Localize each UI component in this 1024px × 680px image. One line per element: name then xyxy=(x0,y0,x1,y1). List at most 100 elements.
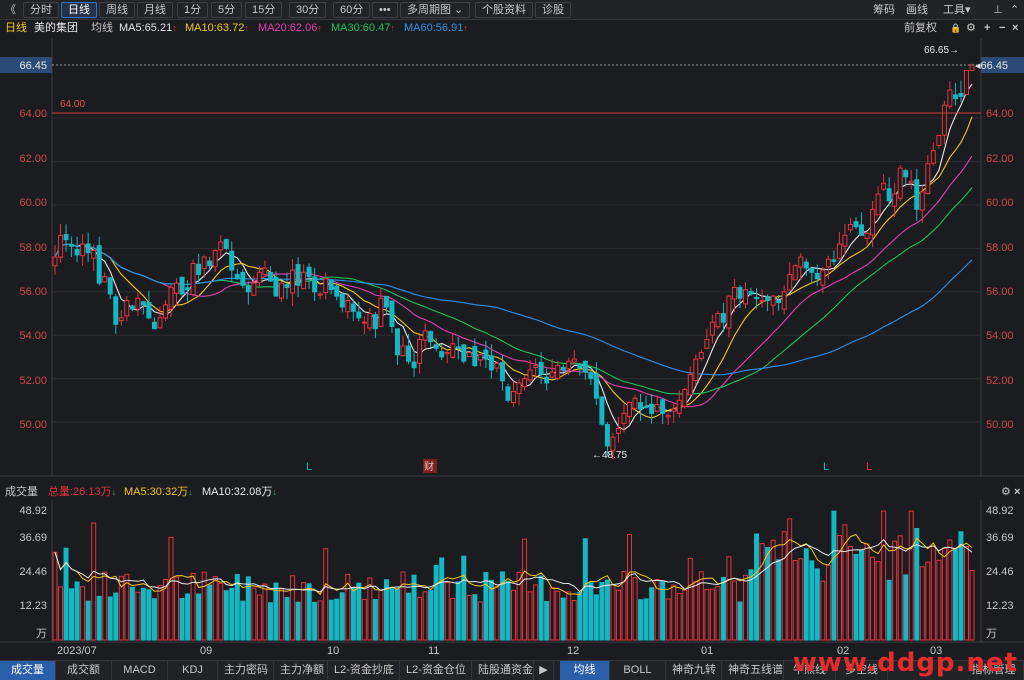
volume-bar xyxy=(207,584,213,641)
candle-body xyxy=(140,301,146,306)
candle-body xyxy=(781,291,787,310)
tab-kdj[interactable]: KDJ xyxy=(168,661,218,680)
candle-body xyxy=(389,300,395,328)
candle-body xyxy=(234,273,240,280)
tab-northbound[interactable]: 陆股通资金 xyxy=(472,661,534,680)
candle-body xyxy=(759,299,765,302)
volume-bar xyxy=(571,600,577,641)
candle-body xyxy=(450,343,456,358)
tab-ma[interactable]: 均线 xyxy=(560,661,610,680)
candle-body xyxy=(455,346,461,349)
close-icon[interactable]: × xyxy=(1014,484,1020,500)
volume-bar xyxy=(394,588,400,641)
candle-body xyxy=(836,243,842,259)
volume-bar xyxy=(151,598,157,641)
volume-bar xyxy=(792,560,798,641)
tab-macd[interactable]: MACD xyxy=(112,661,168,680)
back-icon[interactable]: 《 xyxy=(5,3,16,17)
zoom-out-icon[interactable]: − xyxy=(999,20,1005,37)
volume-bar xyxy=(63,547,69,641)
volume-bar xyxy=(952,548,958,641)
candle-body xyxy=(566,360,572,370)
candle-body xyxy=(604,424,610,447)
candle-body xyxy=(748,290,754,295)
candle-body xyxy=(80,243,86,257)
volume-bar xyxy=(102,571,108,641)
gear-icon[interactable]: ⚙ xyxy=(966,20,976,37)
volume-bar xyxy=(483,572,489,641)
period-tab-5fen[interactable]: 5分 xyxy=(211,2,243,18)
tab-turnover[interactable]: 成交额 xyxy=(56,661,112,680)
candle-body xyxy=(267,271,273,282)
volume-bar xyxy=(417,596,423,641)
price-tick: 50.00 xyxy=(19,419,47,431)
tab-magic-nine[interactable]: 神奇九转 xyxy=(666,661,722,680)
gear-icon[interactable]: ⚙ xyxy=(1001,484,1011,500)
period-tab-30fen[interactable]: 30分 xyxy=(289,2,327,18)
volume-bar xyxy=(218,582,224,641)
marker-l[interactable]: L xyxy=(306,461,312,473)
lock-icon[interactable]: 🔒 xyxy=(950,20,961,37)
kline-chart[interactable]: 66.45 64.00 62.00 60.00 58.00 56.00 54.0… xyxy=(0,0,1024,680)
price-tick: 56.00 xyxy=(19,286,47,298)
volume-bar xyxy=(748,569,754,641)
ma10-legend: MA10:63.72↑ xyxy=(185,20,249,37)
tabs-scroll-icon[interactable]: ▶ xyxy=(534,661,554,680)
candle-body xyxy=(52,256,58,267)
volume-bar xyxy=(737,601,743,641)
marker-finance[interactable]: 财 xyxy=(424,460,434,473)
candle-body xyxy=(433,344,439,349)
current-price-label: ◂66.45 xyxy=(975,60,1008,72)
tab-l2-position[interactable]: L2-资金仓位 xyxy=(400,661,472,680)
volume-bar xyxy=(306,583,312,641)
draw-line-button[interactable]: 画线 xyxy=(906,3,928,17)
tab-main-net[interactable]: 主力净额 xyxy=(274,661,328,680)
period-tab-1fen[interactable]: 1分 xyxy=(177,2,209,18)
volume-bar xyxy=(676,592,682,641)
tab-main-code[interactable]: 主力密码 xyxy=(218,661,274,680)
period-tab-zhouxian[interactable]: 周线 xyxy=(99,2,135,18)
period-tab-15fen[interactable]: 15分 xyxy=(245,2,283,18)
volume-bar xyxy=(400,571,406,641)
candle-body xyxy=(787,273,793,291)
candle-body xyxy=(372,314,378,330)
volume-bar xyxy=(969,570,975,641)
period-tab-fenshi[interactable]: 分时 xyxy=(23,2,59,18)
candle-body xyxy=(770,295,776,306)
period-tab-60fen[interactable]: 60分 xyxy=(333,2,371,18)
period-tab-yuexian[interactable]: 月线 xyxy=(137,2,173,18)
candle-body xyxy=(892,193,898,207)
zoom-in-icon[interactable]: + xyxy=(984,20,990,37)
ma60-value: MA60:56.91 xyxy=(404,22,464,34)
volume-bar xyxy=(196,593,202,641)
diagnose-button[interactable]: 诊股 xyxy=(535,2,571,18)
adjust-mode-button[interactable]: 前复权 xyxy=(904,20,937,37)
ma20-value: MA20:62.06 xyxy=(258,22,318,34)
price-tick: 58.00 xyxy=(19,242,47,254)
volume-bar xyxy=(223,590,229,641)
chouma-button[interactable]: 筹码 xyxy=(873,3,895,17)
volume-bar xyxy=(731,580,737,641)
tab-magic-five[interactable]: 神奇五线谱 xyxy=(722,661,784,680)
more-button[interactable]: ••• xyxy=(372,2,398,18)
period-tab-rixian[interactable]: 日线 xyxy=(61,2,97,18)
volume-bar xyxy=(643,598,649,641)
chevron-up-icon[interactable]: ⌃ xyxy=(1010,3,1019,17)
multi-period-dropdown[interactable]: 多周期图 ⌄ xyxy=(400,2,471,18)
tab-volume[interactable]: 成交量 xyxy=(0,661,56,680)
candle-body xyxy=(599,396,605,425)
volume-bar xyxy=(875,561,881,641)
tab-boll[interactable]: BOLL xyxy=(610,661,666,680)
ma-settings-link[interactable]: 均线 xyxy=(91,20,113,37)
marker-l[interactable]: L xyxy=(866,461,872,473)
volume-bar xyxy=(245,576,251,641)
candle-body xyxy=(295,264,301,286)
tools-dropdown[interactable]: 工具▾ xyxy=(943,3,971,17)
tab-l2-bottom[interactable]: L2-资金抄底 xyxy=(328,661,400,680)
stock-info-button[interactable]: 个股资料 xyxy=(475,2,533,18)
marker-l[interactable]: L xyxy=(823,461,829,473)
volume-bar xyxy=(339,592,345,641)
close-icon[interactable]: × xyxy=(1012,20,1018,37)
pin-icon[interactable]: ⊥ xyxy=(993,3,1003,17)
candle-body xyxy=(665,414,671,418)
